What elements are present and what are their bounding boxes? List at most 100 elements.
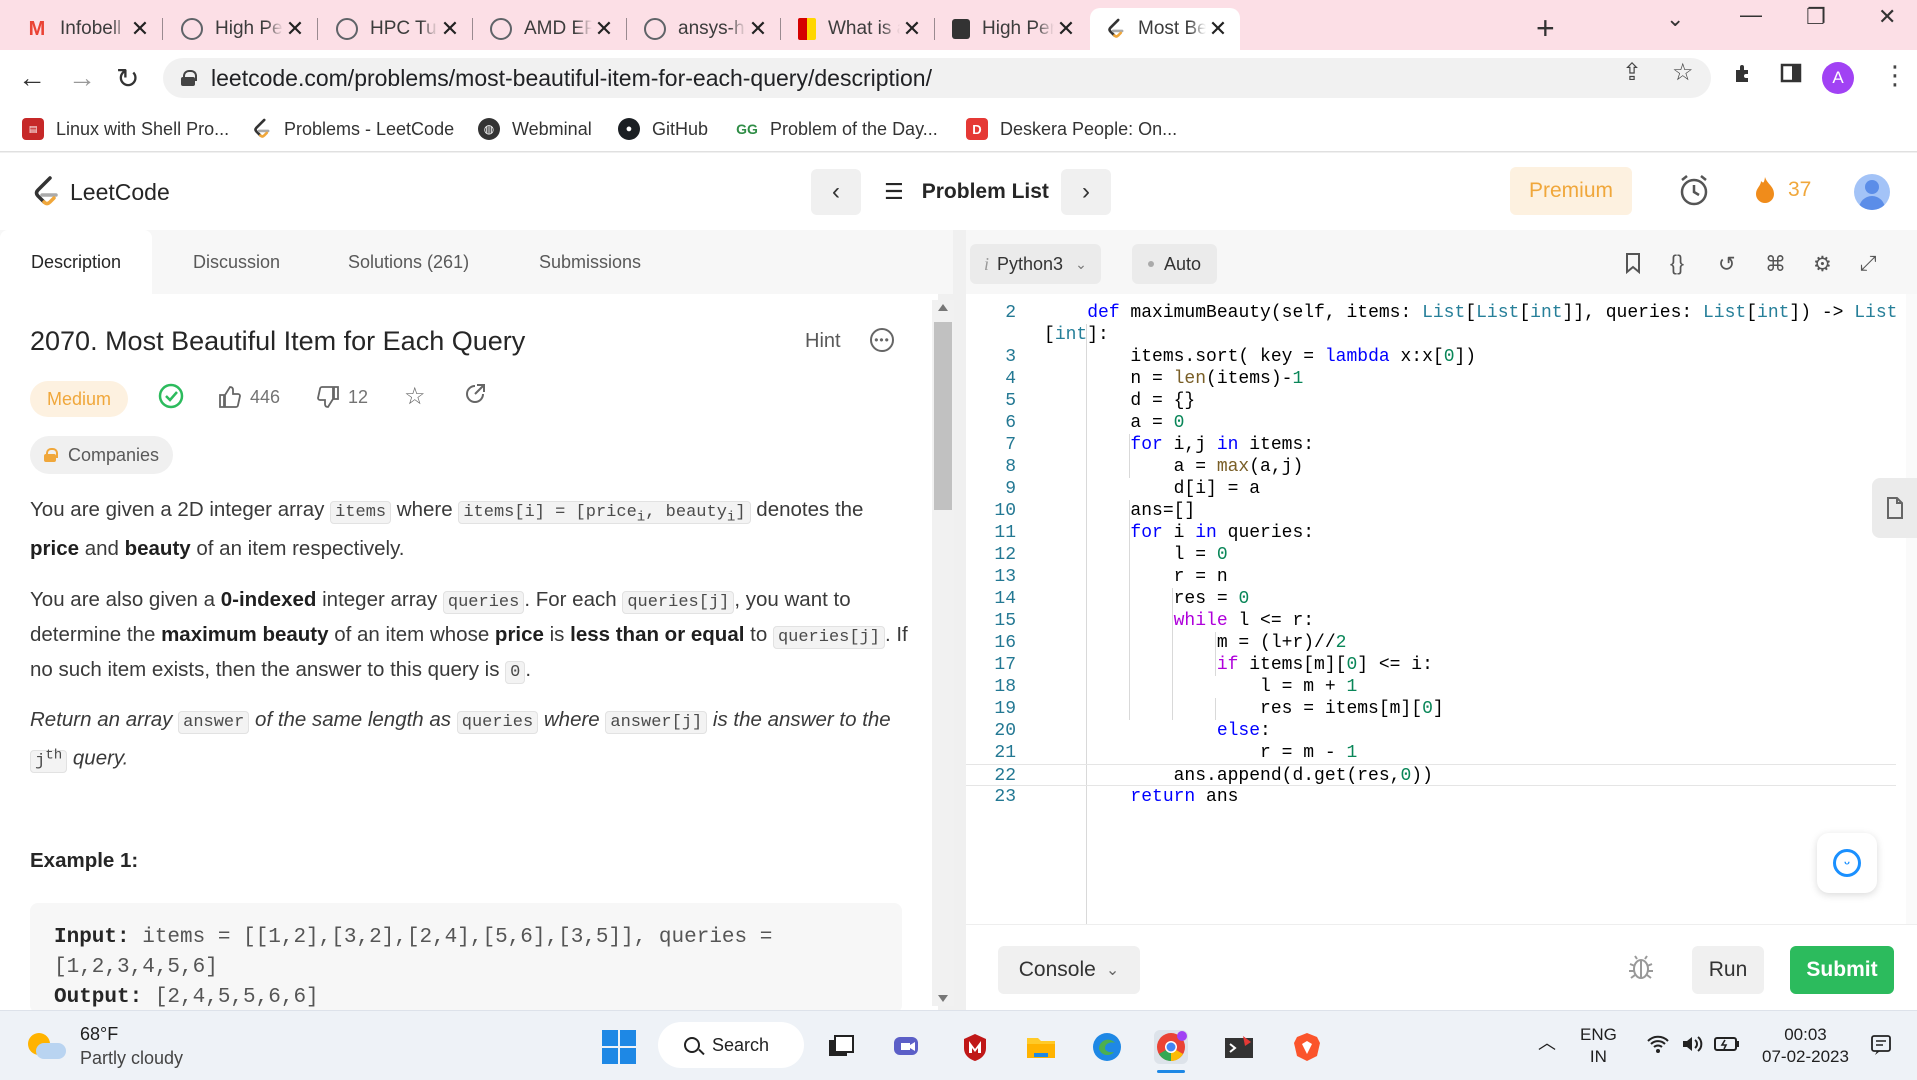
leetcode-logo[interactable]: LeetCode (30, 175, 170, 209)
close-tab-icon[interactable]: ✕ (900, 16, 924, 42)
scrollbar-thumb[interactable] (934, 322, 952, 510)
tab-search-chevron-icon[interactable]: ⌄ (1666, 6, 1684, 32)
show-hidden-icons-chevron[interactable]: ︿ (1538, 1032, 1556, 1054)
browser-tab[interactable]: M Infobell IT S ✕ (12, 8, 163, 50)
command-shortcut-icon[interactable]: ⌘ (1765, 252, 1786, 277)
code-line[interactable]: [int]: (966, 324, 1896, 346)
code-line[interactable]: 12 l = 0 (966, 544, 1896, 566)
browser-tab[interactable]: AMD EPYC ✕ (476, 8, 627, 50)
reset-icon[interactable]: ↺ (1718, 252, 1736, 277)
dislike-button[interactable]: 12 (316, 385, 368, 409)
code-line[interactable]: 13 r = n (966, 566, 1896, 588)
tab-discussion[interactable]: Discussion (193, 230, 280, 294)
code-line[interactable]: 4 n = len(items)-1 (966, 368, 1896, 390)
bookmark-item[interactable]: ● GitHub (618, 114, 708, 144)
share-icon[interactable] (463, 382, 487, 413)
weather-widget[interactable]: 68°F Partly cloudy (28, 1022, 183, 1070)
user-avatar[interactable] (1854, 174, 1890, 210)
bookmark-icon[interactable] (1624, 252, 1642, 280)
code-line[interactable]: 18 l = m + 1 (966, 676, 1896, 698)
console-toggle-button[interactable]: Console ⌄ (998, 946, 1140, 994)
notes-document-icon[interactable] (1872, 478, 1917, 538)
language-select[interactable]: i Python3 ⌄ (970, 244, 1101, 284)
brave-browser-icon[interactable] (1290, 1030, 1324, 1064)
editor-scrollbar[interactable] (1906, 294, 1917, 924)
forward-arrow-icon[interactable]: → (68, 62, 96, 94)
close-tab-icon[interactable]: ✕ (283, 16, 307, 42)
close-tab-icon[interactable]: ✕ (1054, 16, 1078, 42)
profile-avatar[interactable]: A (1822, 62, 1854, 94)
bookmark-item[interactable]: ◍ Webminal (478, 114, 592, 144)
battery-icon[interactable] (1714, 1036, 1740, 1058)
code-line[interactable]: 3 items.sort( key = lambda x:x[0]) (966, 346, 1896, 368)
browser-tab[interactable]: High Perfor ✕ (167, 8, 318, 50)
kebab-menu-icon[interactable]: ⋮ (1882, 60, 1908, 91)
new-tab-plus-icon[interactable]: + (1536, 10, 1555, 47)
code-line[interactable]: 22 ans.append(d.get(res,0)) (966, 764, 1896, 786)
bookmark-item[interactable]: ▤ Linux with Shell Pro... (22, 114, 229, 144)
windows-start-icon[interactable] (602, 1030, 636, 1064)
restore-icon[interactable]: ❐ (1806, 4, 1826, 30)
back-arrow-icon[interactable]: ← (18, 62, 46, 94)
bookmark-item[interactable]: Problems - LeetCode (250, 114, 454, 144)
file-explorer-icon[interactable] (1024, 1030, 1058, 1064)
panel-resize-handle[interactable] (955, 230, 966, 1010)
close-window-icon[interactable]: ✕ (1878, 4, 1896, 30)
premium-button[interactable]: Premium (1510, 167, 1632, 215)
debug-bug-icon[interactable] (1626, 952, 1656, 989)
hint-button[interactable]: Hint (805, 330, 841, 353)
code-line[interactable]: 11 for i in queries: (966, 522, 1896, 544)
code-line[interactable]: 15 while l <= r: (966, 610, 1896, 632)
description-scrollbar[interactable] (932, 300, 954, 1006)
close-tab-icon[interactable]: ✕ (746, 16, 770, 42)
browser-tab[interactable]: What is an ✕ (784, 8, 935, 50)
tab-submissions[interactable]: Submissions (539, 230, 641, 294)
like-button[interactable]: 446 (218, 385, 280, 409)
code-line[interactable]: 9 d[i] = a (966, 478, 1896, 500)
bookmark-star-icon[interactable]: ☆ (1672, 58, 1694, 87)
volume-icon[interactable] (1680, 1034, 1704, 1060)
code-line[interactable]: 5 d = {} (966, 390, 1896, 412)
next-problem-button[interactable]: › (1061, 169, 1111, 215)
share-icon[interactable]: ⇪ (1622, 58, 1642, 87)
scroll-up-arrow-icon[interactable] (938, 304, 948, 311)
code-line[interactable]: 10 ans=[] (966, 500, 1896, 522)
language-indicator[interactable]: ENG IN (1580, 1024, 1617, 1068)
companies-tag[interactable]: Companies (30, 436, 174, 474)
side-panel-icon[interactable] (1780, 62, 1802, 91)
code-line[interactable]: 7 for i,j in items: (966, 434, 1896, 456)
close-tab-icon[interactable]: ✕ (128, 16, 152, 42)
terminal-app-icon[interactable] (1222, 1030, 1256, 1064)
notification-bell-icon[interactable] (1870, 1034, 1892, 1062)
prev-problem-button[interactable]: ‹ (811, 169, 861, 215)
code-line[interactable]: 8 a = max(a,j) (966, 456, 1896, 478)
code-line[interactable]: 6 a = 0 (966, 412, 1896, 434)
clock[interactable]: 00:03 07-02-2023 (1762, 1024, 1849, 1068)
url-bar[interactable]: leetcode.com/problems/most-beautiful-ite… (163, 58, 1711, 98)
url-text[interactable]: leetcode.com/problems/most-beautiful-ite… (211, 65, 932, 92)
mcafee-shield-icon[interactable] (958, 1030, 992, 1064)
code-editor[interactable]: 2 def maximumBeauty(self, items: List[Li… (966, 294, 1906, 924)
reload-icon[interactable]: ↻ (116, 62, 139, 95)
braces-format-icon[interactable]: {} (1670, 252, 1684, 276)
bookmark-item[interactable]: D Deskera People: On... (966, 114, 1177, 144)
lock-icon[interactable] (181, 70, 197, 86)
auto-mode-button[interactable]: Auto (1132, 244, 1218, 284)
wifi-icon[interactable] (1646, 1034, 1670, 1060)
minimize-icon[interactable]: — (1740, 2, 1762, 28)
browser-tab[interactable]: High Perf. L ✕ (938, 8, 1088, 50)
tab-description[interactable]: Description (0, 230, 152, 294)
code-line[interactable]: 17 if items[m][0] <= i: (966, 654, 1896, 676)
streak-counter[interactable]: 37 (1752, 175, 1811, 205)
alarm-clock-icon[interactable] (1677, 173, 1711, 214)
task-view-icon[interactable] (824, 1030, 858, 1064)
run-button[interactable]: Run (1692, 946, 1764, 994)
code-line[interactable]: 21 r = m - 1 (966, 742, 1896, 764)
code-line[interactable]: 23 return ans (966, 786, 1896, 808)
feedback-button[interactable]: ᵕ (1817, 833, 1877, 893)
more-options-icon[interactable]: ••• (870, 328, 894, 352)
settings-gear-icon[interactable]: ⚙ (1813, 252, 1832, 277)
code-line[interactable]: 19 res = items[m][0] (966, 698, 1896, 720)
code-line[interactable]: 20 else: (966, 720, 1896, 742)
bookmark-item[interactable]: GG Problem of the Day... (736, 114, 938, 144)
